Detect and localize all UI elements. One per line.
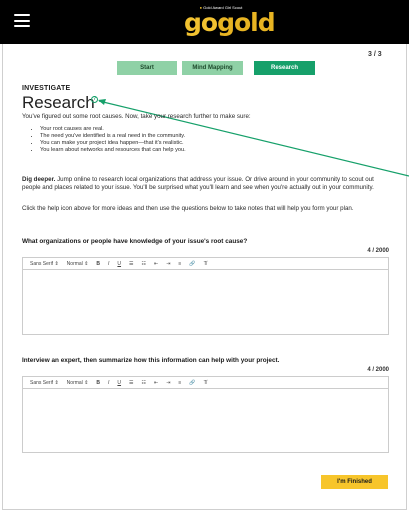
top-bar: ● Gold Award Girl Scout gogold bbox=[0, 0, 409, 44]
help-icon[interactable]: ? bbox=[91, 96, 98, 103]
bold-button[interactable]: B bbox=[96, 261, 100, 267]
gogold-logo[interactable]: ● Gold Award Girl Scout gogold bbox=[184, 5, 276, 39]
underline-button[interactable]: U bbox=[117, 261, 121, 267]
ordered-list-icon[interactable]: ☰ bbox=[129, 380, 133, 386]
question-1-editor: Sans Serif ⇕ Normal ⇕ B I U ☰ ☷ ⇤ ⇥ ≡ 🔗 … bbox=[22, 257, 389, 335]
indent-icon[interactable]: ⇥ bbox=[166, 261, 170, 267]
bold-button[interactable]: B bbox=[96, 380, 100, 386]
list-item: You can make your project idea happen—th… bbox=[40, 140, 370, 147]
logo-wordmark: gogold bbox=[184, 8, 276, 37]
list-item: The need you've identified is a real nee… bbox=[40, 133, 370, 140]
requirements-list: Your root causes are real. The need you'… bbox=[30, 126, 370, 154]
font-select[interactable]: Sans Serif ⇕ bbox=[30, 380, 59, 386]
editor-toolbar: Sans Serif ⇕ Normal ⇕ B I U ☰ ☷ ⇤ ⇥ ≡ 🔗 … bbox=[23, 377, 388, 389]
question-2-text-area[interactable] bbox=[23, 389, 388, 452]
size-select[interactable]: Normal ⇕ bbox=[67, 380, 89, 386]
clear-format-icon[interactable]: T̸ bbox=[204, 380, 207, 386]
step-research[interactable]: Research bbox=[254, 61, 315, 75]
finish-button[interactable]: I'm Finished bbox=[321, 475, 388, 489]
outdent-icon[interactable]: ⇤ bbox=[154, 261, 158, 267]
page-title: Research bbox=[22, 93, 95, 112]
list-item: You learn about networks and resources t… bbox=[40, 147, 370, 154]
question-1-text-area[interactable] bbox=[23, 270, 388, 334]
link-icon[interactable]: 🔗 bbox=[189, 380, 195, 386]
dig-deeper-lead: Dig deeper. bbox=[22, 176, 56, 183]
page-counter: 3 / 3 bbox=[368, 51, 382, 58]
ordered-list-icon[interactable]: ☰ bbox=[129, 261, 133, 267]
list-item: Your root causes are real. bbox=[40, 126, 370, 133]
align-icon[interactable]: ≡ bbox=[178, 380, 181, 386]
dig-deeper-paragraph: Dig deeper. Jump online to research loca… bbox=[22, 176, 394, 192]
question-2-char-counter: 4 / 2000 bbox=[367, 367, 389, 373]
align-icon[interactable]: ≡ bbox=[178, 261, 181, 267]
bullet-list-icon[interactable]: ☷ bbox=[142, 380, 146, 386]
intro-text: You've figured out some root causes. Now… bbox=[22, 113, 251, 120]
link-icon[interactable]: 🔗 bbox=[189, 261, 195, 267]
question-1-char-counter: 4 / 2000 bbox=[367, 248, 389, 254]
help-paragraph: Click the help icon above for more ideas… bbox=[22, 205, 354, 212]
question-1-prompt: What organizations or people have knowle… bbox=[22, 238, 248, 245]
hamburger-icon[interactable] bbox=[14, 14, 30, 27]
size-select[interactable]: Normal ⇕ bbox=[67, 261, 89, 267]
indent-icon[interactable]: ⇥ bbox=[166, 380, 170, 386]
dig-deeper-body: Jump online to research local organizati… bbox=[22, 176, 374, 191]
editor-toolbar: Sans Serif ⇕ Normal ⇕ B I U ☰ ☷ ⇤ ⇥ ≡ 🔗 … bbox=[23, 258, 388, 270]
question-2-editor: Sans Serif ⇕ Normal ⇕ B I U ☰ ☷ ⇤ ⇥ ≡ 🔗 … bbox=[22, 376, 389, 453]
step-mind-mapping[interactable]: Mind Mapping bbox=[182, 61, 243, 75]
clear-format-icon[interactable]: T̸ bbox=[204, 261, 207, 267]
bullet-list-icon[interactable]: ☷ bbox=[142, 261, 146, 267]
section-eyebrow: INVESTIGATE bbox=[22, 85, 71, 92]
outdent-icon[interactable]: ⇤ bbox=[154, 380, 158, 386]
font-select[interactable]: Sans Serif ⇕ bbox=[30, 261, 59, 267]
italic-button[interactable]: I bbox=[108, 261, 109, 267]
step-start[interactable]: Start bbox=[117, 61, 177, 75]
underline-button[interactable]: U bbox=[117, 380, 121, 386]
italic-button[interactable]: I bbox=[108, 380, 109, 386]
question-2-prompt: Interview an expert, then summarize how … bbox=[22, 357, 280, 364]
